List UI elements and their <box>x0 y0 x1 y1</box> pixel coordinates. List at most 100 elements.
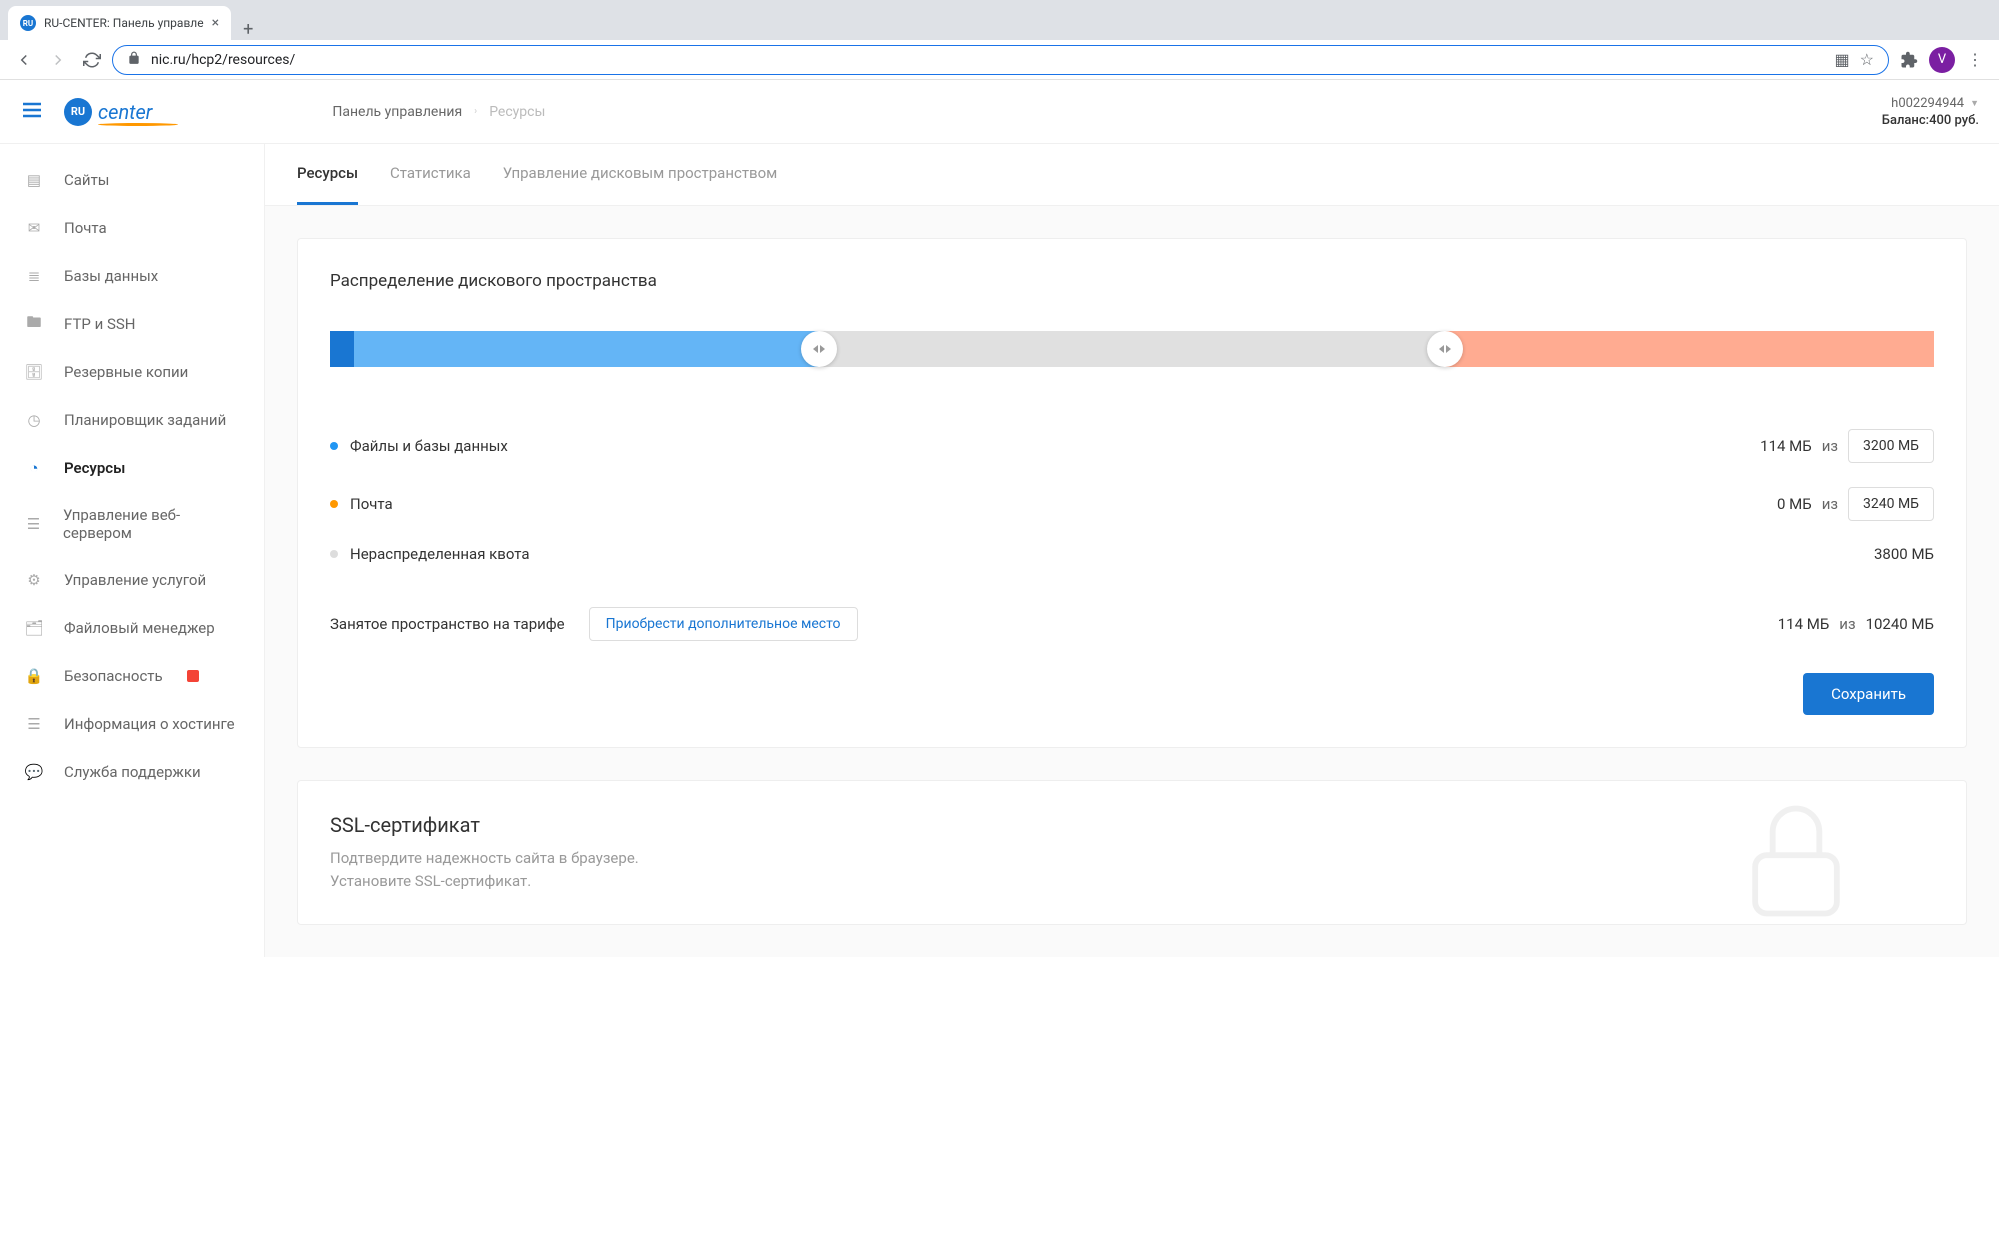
sidebar-item-label: Информация о хостинге <box>64 715 235 733</box>
back-button[interactable] <box>10 46 38 74</box>
logo[interactable]: RU center <box>64 98 152 126</box>
pie-icon: ◔ <box>24 458 44 478</box>
bookmark-icon[interactable]: ☆ <box>1860 50 1874 69</box>
breadcrumb: Панель управления › Ресурсы <box>332 104 545 120</box>
server-icon: ☰ <box>24 514 43 534</box>
profile-avatar[interactable]: V <box>1929 47 1955 73</box>
ssl-line1: Подтвердите надежность сайта в браузере. <box>330 847 1934 870</box>
sidebar-item-label: Ресурсы <box>64 459 125 477</box>
url-text: nic.ru/hcp2/resources/ <box>151 52 1825 68</box>
ssl-title: SSL-сертификат <box>330 813 1934 837</box>
sidebar-item-sites[interactable]: ▤ Сайты <box>0 156 264 204</box>
disk-card: Распределение дискового пространства Фай… <box>297 238 1967 748</box>
tabs: Ресурсы Статистика Управление дисковым про… <box>265 144 1999 206</box>
row-label: Файлы и базы данных <box>350 437 1748 455</box>
favicon-icon: RU <box>20 15 36 31</box>
new-tab-button[interactable]: + <box>231 19 265 40</box>
slider-handle-right[interactable] <box>1427 331 1463 367</box>
row-label: Почта <box>350 495 1765 513</box>
tariff-used: 114 МБ <box>1778 615 1830 633</box>
balance-value: 400 руб. <box>1929 113 1979 128</box>
extensions-icon[interactable] <box>1895 46 1923 74</box>
sidebar-item-folder[interactable]: 🖿 FTP и SSH <box>0 300 264 348</box>
browser-chrome: RU RU-CENTER: Панель управле × + nic.ru/… <box>0 0 1999 80</box>
sidebar-item-info[interactable]: ☰Информация о хостинге <box>0 700 264 748</box>
balance-label: Баланс: <box>1882 113 1929 128</box>
reload-button[interactable] <box>78 46 106 74</box>
archive-icon: 🗄 <box>24 362 44 382</box>
qr-icon[interactable]: ▦ <box>1835 50 1850 69</box>
forward-button[interactable] <box>44 46 72 74</box>
sidebar-item-archive[interactable]: 🗄Резервные копии <box>0 348 264 396</box>
address-bar[interactable]: nic.ru/hcp2/resources/ ▦ ☆ <box>112 45 1889 75</box>
sidebar-item-clock[interactable]: ◷Планировщик заданий <box>0 396 264 444</box>
of-label: из <box>1839 615 1855 633</box>
alert-badge <box>187 670 199 682</box>
sidebar-item-db[interactable]: ≣ Базы данных <box>0 252 264 300</box>
slider-segment-unallocated <box>819 331 1445 367</box>
filemgr-icon: 🗂 <box>24 618 44 638</box>
sidebar-item-label: Базы данных <box>64 267 158 285</box>
sidebar-item-label: Безопасность <box>64 667 163 685</box>
lock-icon: 🔒 <box>24 666 44 686</box>
sites-icon: ▤ <box>24 170 44 190</box>
browser-tab[interactable]: RU RU-CENTER: Панель управле × <box>8 6 231 40</box>
sidebar-item-server[interactable]: ☰ Управление веб-сервером <box>0 492 264 556</box>
sidebar-item-chat[interactable]: 💬 Служба поддержки <box>0 748 264 796</box>
quota-input-files[interactable]: 3200 МБ <box>1848 429 1934 463</box>
quota-input-mail[interactable]: 3240 МБ <box>1848 487 1934 521</box>
sidebar-item-mail[interactable]: ✉ Почта <box>0 204 264 252</box>
account-id-text: h002294944 <box>1891 96 1964 111</box>
menu-icon[interactable]: ⋮ <box>1961 46 1989 74</box>
ssl-description: Подтвердите надежность сайта в браузере.… <box>330 847 1934 892</box>
close-icon[interactable]: × <box>212 15 219 31</box>
sidebar-item-filemgr[interactable]: 🗂Файловый менеджер <box>0 604 264 652</box>
slider-handle-left[interactable] <box>801 331 837 367</box>
of-label: из <box>1822 437 1838 455</box>
folder-icon: 🖿 <box>24 314 44 334</box>
buy-space-button[interactable]: Приобрести дополнительное место <box>589 607 858 641</box>
db-icon: ≣ <box>24 266 44 286</box>
dot-icon <box>330 442 338 450</box>
row-tariff: Занятое пространство на тарифе Приобрест… <box>330 595 1934 653</box>
sidebar-item-settings[interactable]: ⚙Управление услугой <box>0 556 264 604</box>
balance: Баланс:400 руб. <box>1882 113 1979 128</box>
logo-badge: RU <box>64 98 92 126</box>
row-files: Файлы и базы данных 114 МБ из 3200 МБ <box>330 417 1934 475</box>
tariff-label: Занятое пространство на тарифе <box>330 615 565 633</box>
sidebar-item-pie[interactable]: ◔ Ресурсы <box>0 444 264 492</box>
account-block: h002294944 ▼ Баланс:400 руб. <box>1882 96 1979 128</box>
sidebar-item-lock[interactable]: 🔒 Безопасность <box>0 652 264 700</box>
sidebar-item-label: FTP и SSH <box>64 315 135 333</box>
sidebar-item-label: Управление веб-сервером <box>63 506 240 542</box>
account-id[interactable]: h002294944 ▼ <box>1882 96 1979 111</box>
hamburger-button[interactable] <box>20 98 44 126</box>
slider-segment-files <box>354 331 819 367</box>
sidebar-item-label: Служба поддержки <box>64 763 201 781</box>
ssl-line2: Установите SSL-сертификат. <box>330 870 1934 893</box>
disk-slider[interactable] <box>330 331 1934 367</box>
tab-0[interactable]: Ресурсы <box>297 144 358 205</box>
settings-icon: ⚙ <box>24 570 44 590</box>
save-button[interactable]: Сохранить <box>1803 673 1934 715</box>
main-content: Ресурсы Статистика Управление дисковым про… <box>265 144 1999 957</box>
chat-icon: 💬 <box>24 762 44 782</box>
of-label: из <box>1822 495 1838 513</box>
row-label: Нераспределенная квота <box>350 545 1862 563</box>
slider-segment-used <box>330 331 354 367</box>
sidebar-item-label: Почта <box>64 219 107 237</box>
row-unallocated: Нераспределенная квота 3800 МБ <box>330 533 1934 575</box>
mail-icon: ✉ <box>24 218 44 238</box>
tab-2[interactable]: Управление дисковым пространством <box>503 144 778 205</box>
app-header: RU center Панель управления › Ресурсы h0… <box>0 80 1999 144</box>
tab-1[interactable]: Статистика <box>390 144 471 205</box>
breadcrumb-current: Ресурсы <box>489 104 545 120</box>
sidebar-item-label: Сайты <box>64 171 109 189</box>
unalloc-value: 3800 МБ <box>1874 545 1934 563</box>
breadcrumb-root[interactable]: Панель управления <box>332 104 462 120</box>
logo-text: center <box>98 100 152 124</box>
card-title: Распределение дискового пространства <box>330 271 1934 291</box>
row-mail: Почта 0 МБ из 3240 МБ <box>330 475 1934 533</box>
dot-icon <box>330 550 338 558</box>
lock-icon <box>127 50 141 69</box>
